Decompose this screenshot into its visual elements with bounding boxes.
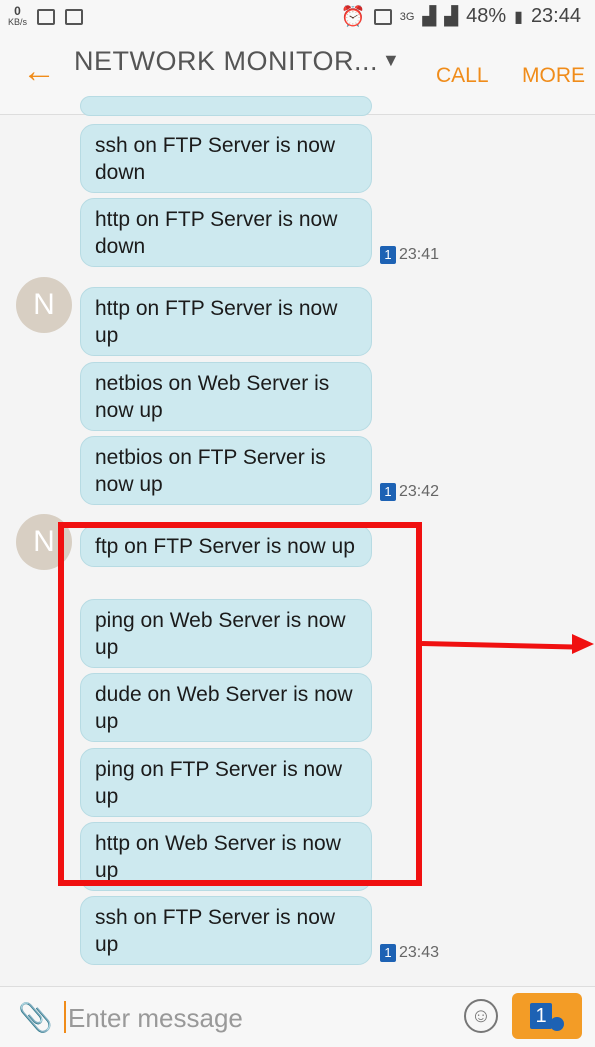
message-bubble[interactable]: http on FTP Server is now down: [80, 198, 372, 267]
message-timestamp: 1 23:41: [380, 246, 439, 264]
message-timestamp: 1 23:43: [380, 944, 439, 962]
message-timestamp: 1 23:42: [380, 483, 439, 501]
message-icon: [65, 9, 84, 25]
conversation-title[interactable]: NETWORK MONITOR...: [74, 46, 378, 77]
sim-badge: 1: [530, 1003, 552, 1029]
message-input[interactable]: Enter message: [68, 1003, 243, 1034]
sim-badge: 1: [380, 246, 396, 264]
avatar[interactable]: N: [16, 277, 72, 333]
message-bubble[interactable]: http on FTP Server is now up: [80, 287, 372, 356]
back-arrow-icon[interactable]: ←: [22, 54, 56, 88]
sim-switch-icon: [550, 1017, 564, 1031]
chevron-down-icon[interactable]: ▼: [382, 50, 400, 71]
battery-icon: ▮: [514, 8, 523, 26]
sim-badge: 1: [380, 944, 396, 962]
annotation-arrow-head: [572, 634, 594, 654]
clock: 23:44: [530, 5, 581, 27]
status-bar: 0 KB/s ⏰ 3G ▟ ▟ 48% ▮ 23:44: [0, 0, 595, 36]
message-bubble[interactable]: ssh on FTP Server is now down: [80, 124, 372, 193]
sync-icon: [373, 8, 392, 25]
highlight-box: [58, 522, 422, 886]
message-bubble[interactable]: netbios on Web Server is now up: [80, 362, 372, 431]
signal-icon-2: ▟: [444, 6, 459, 26]
more-button[interactable]: MORE: [522, 64, 585, 88]
gallery-icon: [37, 9, 56, 25]
alarm-icon: ⏰: [340, 6, 366, 28]
call-button[interactable]: CALL: [436, 64, 489, 88]
message-bubble[interactable]: ssh on FTP Server is now up: [80, 896, 372, 965]
signal-icon: ▟: [422, 6, 437, 26]
message-composer: 📎 Enter message ☺ 1: [0, 986, 595, 1047]
text-cursor: [64, 1001, 66, 1033]
message-bubble[interactable]: netbios on FTP Server is now up: [80, 436, 372, 505]
emoji-icon[interactable]: ☺: [464, 999, 498, 1033]
send-button[interactable]: 1: [512, 993, 582, 1039]
annotation-arrow: [421, 641, 575, 650]
network-speed: 0 KB/s: [8, 4, 28, 27]
attach-icon[interactable]: 📎: [18, 1001, 53, 1034]
status-right: ⏰ 3G ▟ ▟ 48% ▮ 23:44: [341, 4, 581, 29]
status-left: 0 KB/s: [8, 4, 84, 28]
network-type: 3G: [399, 10, 415, 23]
battery-level: 48%: [466, 5, 507, 27]
message-bubble[interactable]: [80, 96, 372, 116]
sim-badge: 1: [380, 483, 396, 501]
